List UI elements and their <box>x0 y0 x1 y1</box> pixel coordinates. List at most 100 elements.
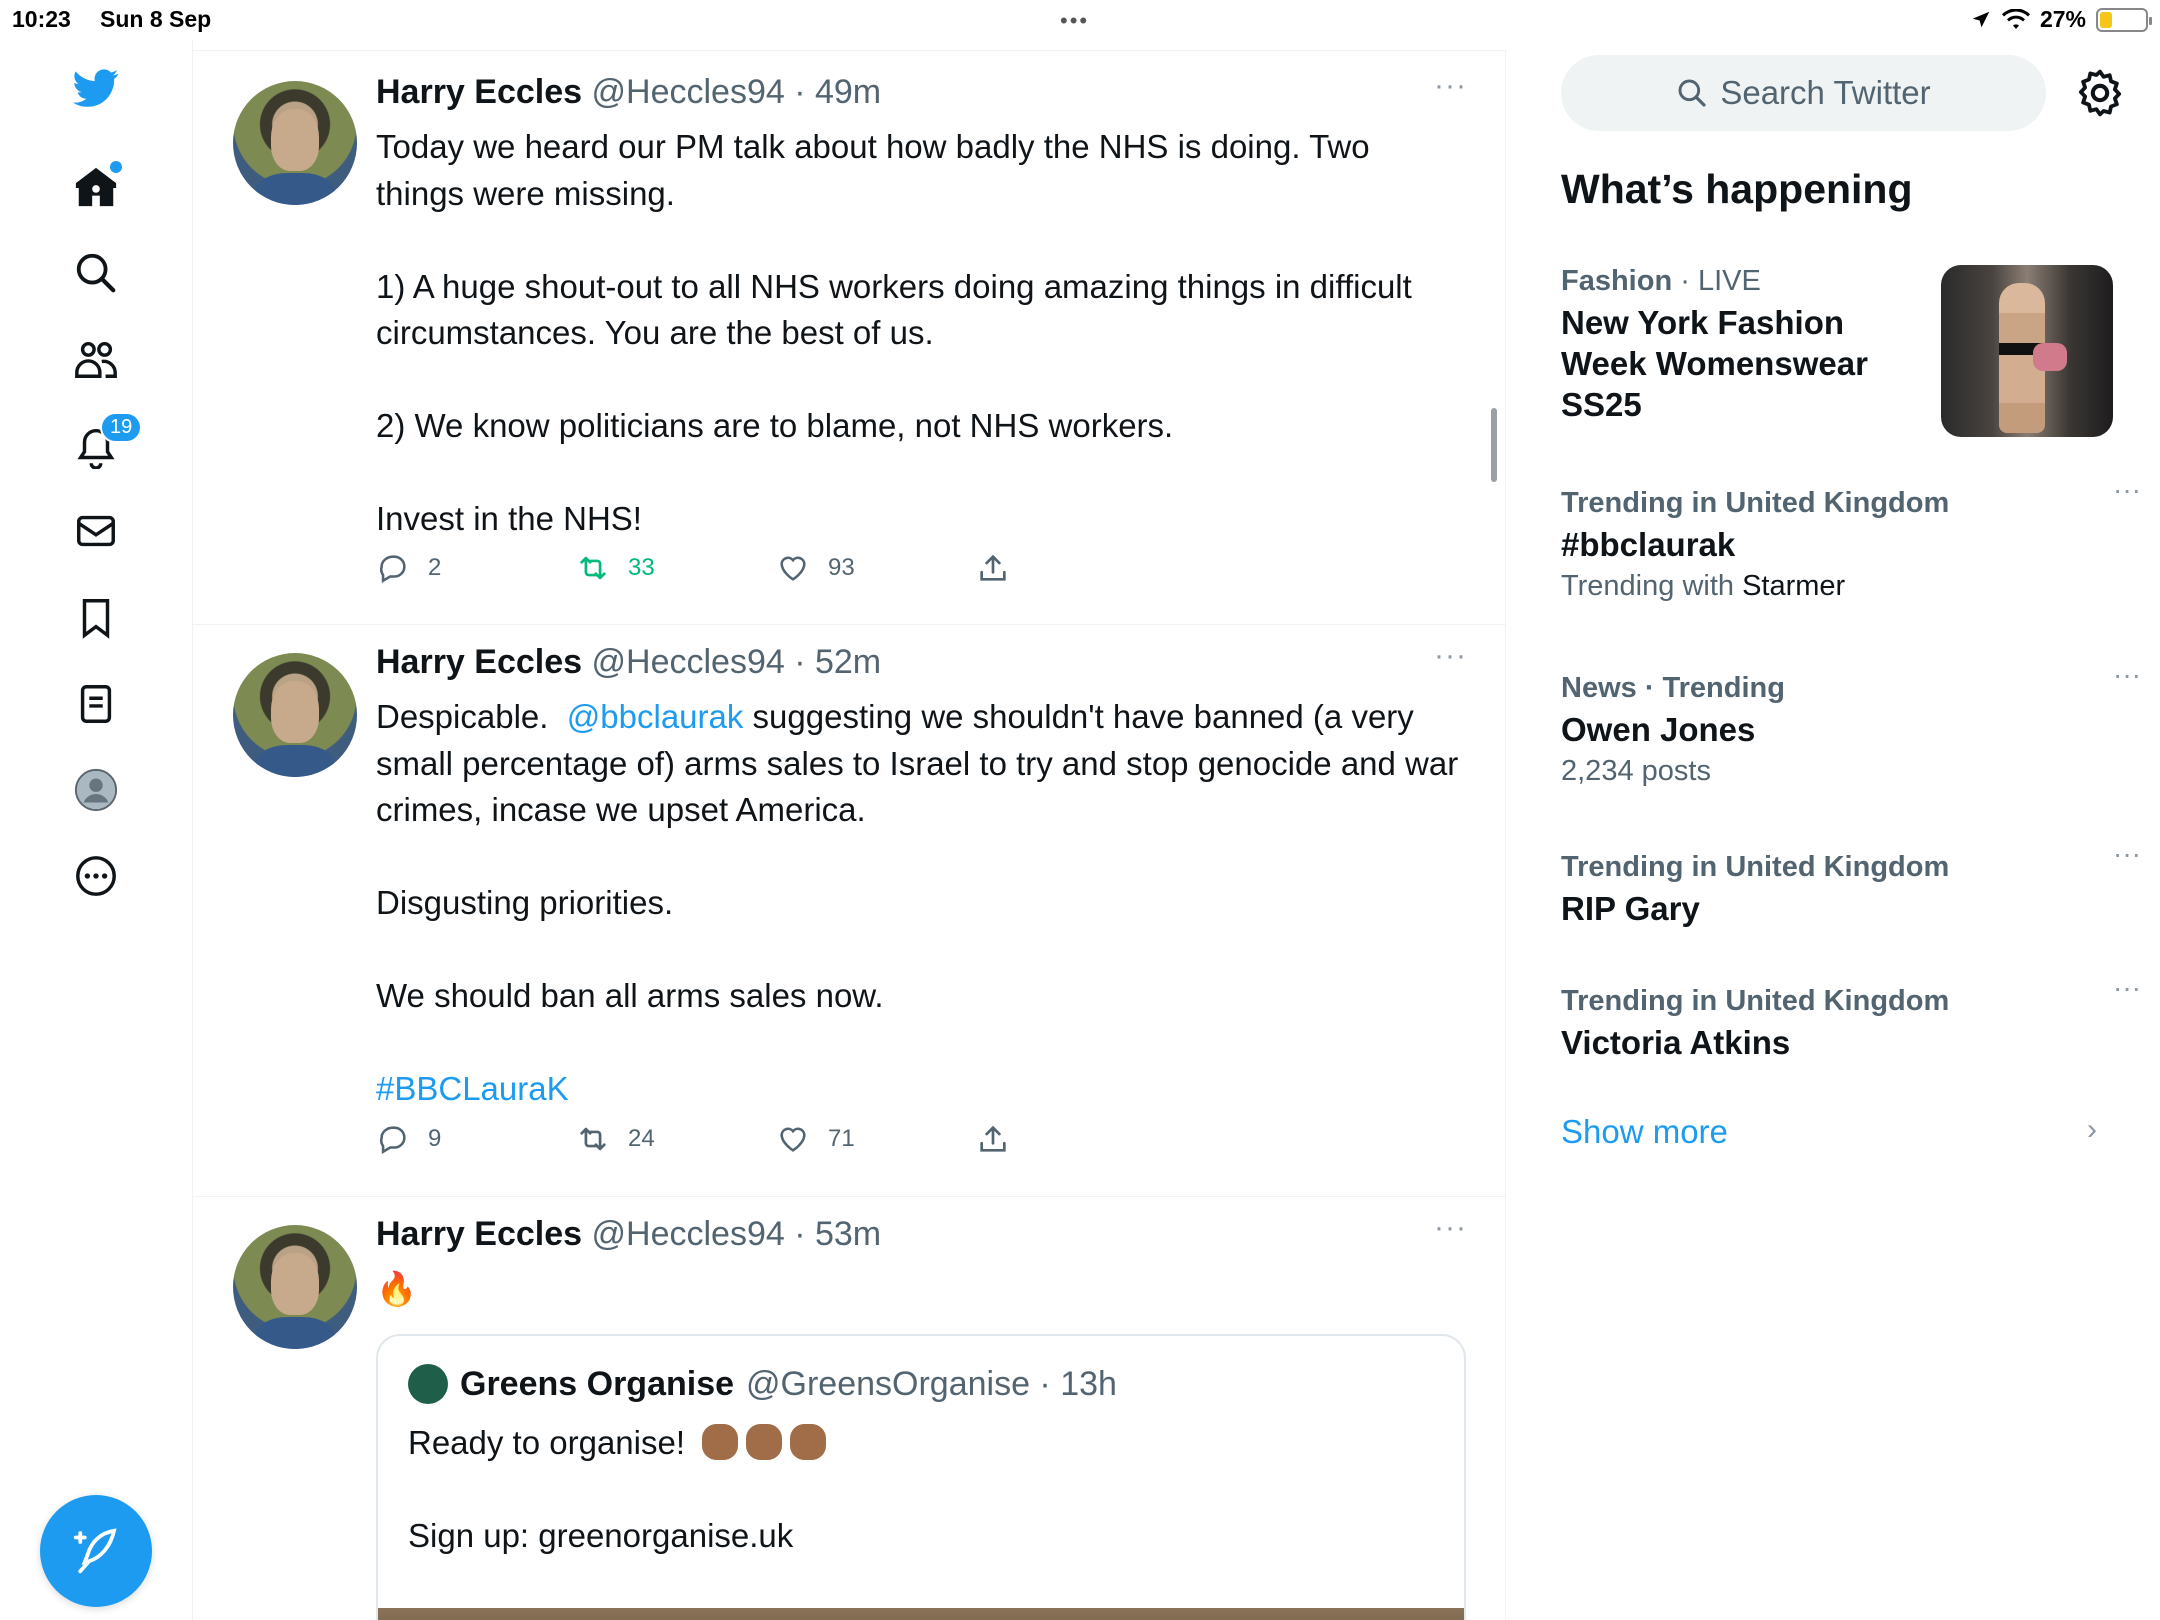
quoted-line: Ready to organise! <box>408 1420 827 1467</box>
greens-organise-logo <box>408 1364 448 1404</box>
status-indicators: 27% <box>1970 6 2152 33</box>
tweet-text: Despicable. @bbclaurak suggesting we sho… <box>376 694 1466 1113</box>
reply-icon <box>380 555 406 584</box>
quoted-text-span: Ready to organise! <box>408 1424 686 1461</box>
multitasking-dots-icon[interactable]: ••• <box>1060 8 1089 34</box>
raised-fist-emoji-icon <box>702 1424 739 1460</box>
trend-more-icon[interactable]: ··· <box>2113 659 2141 691</box>
author-name[interactable]: Harry Eccles <box>376 643 582 681</box>
avatar[interactable] <box>233 1225 357 1349</box>
tweet-more-icon[interactable]: ··· <box>1434 1211 1467 1245</box>
mention-link[interactable]: @bbclaurak <box>567 698 744 735</box>
settings-gear-icon[interactable] <box>2073 66 2127 120</box>
status-date: Sun 8 Sep <box>100 6 212 32</box>
trend-more-icon[interactable]: ··· <box>2113 838 2141 870</box>
like-button[interactable]: 93 <box>776 551 855 585</box>
trend-category-text: Fashion <box>1561 265 1673 297</box>
search-input[interactable]: Search Twitter <box>1561 55 2046 131</box>
trend-post-count: 2,234 posts <box>1561 755 1711 787</box>
messages-envelope-icon[interactable] <box>66 501 126 561</box>
share-button[interactable] <box>976 551 1010 585</box>
like-count: 71 <box>828 1125 855 1152</box>
show-more-link[interactable]: Show more <box>1561 1113 1728 1151</box>
timeline: Harry Eccles @Heccles94 · 49m ··· Today … <box>193 50 1506 1620</box>
trend-more-icon[interactable]: ··· <box>2113 972 2141 1004</box>
trend-category: News · Trending <box>1561 672 1785 704</box>
quoted-media-image[interactable] <box>378 1608 1464 1620</box>
right-sidebar: Search Twitter What’s happening Fashion … <box>1507 40 2160 1620</box>
search-icon <box>1678 79 1706 107</box>
avatar[interactable] <box>233 81 357 205</box>
tweet-line: 1) A huge shout-out to all NHS workers d… <box>376 267 1412 352</box>
trend-title: RIP Gary <box>1561 890 1700 927</box>
pink-bag-shape <box>2033 343 2067 371</box>
profile-avatar-icon[interactable] <box>66 760 126 820</box>
author-name[interactable]: Harry Eccles <box>376 73 582 111</box>
trend-item[interactable]: Trending in United Kingdom #bbclaurak Tr… <box>1561 474 2141 607</box>
tweet[interactable]: Harry Eccles @Heccles94 · 53m ··· 🔥 Gree… <box>193 1197 1505 1620</box>
battery-level <box>2100 11 2112 28</box>
like-button[interactable]: 71 <box>776 1122 855 1156</box>
raised-fist-emoji-icon <box>746 1424 783 1460</box>
quoted-tweet-header: Greens Organise @GreensOrganise · 13h <box>408 1364 1117 1404</box>
trend-item[interactable]: Trending in United Kingdom RIP Gary ··· <box>1561 838 2141 929</box>
timeline-scrollbar[interactable] <box>1491 408 1497 482</box>
trend-title: New York Fashion Week Womenswear SS25 <box>1561 304 1868 423</box>
share-button[interactable] <box>976 1122 1010 1156</box>
trend-category: Trending in United Kingdom <box>1561 851 1950 883</box>
author-handle-time: @Heccles94 · 52m <box>591 643 882 681</box>
tweet-actions: 9 24 71 <box>376 1122 1096 1162</box>
tweet[interactable]: Harry Eccles @Heccles94 · 49m ··· Today … <box>193 51 1505 625</box>
notifications-count-badge: 19 <box>100 412 143 443</box>
trend-subtitle: Trending with Starmer <box>1561 565 2121 607</box>
trend-title: Victoria Atkins <box>1561 1024 1791 1061</box>
reply-count: 9 <box>428 1125 442 1152</box>
tweet-line: Invest in the NHS! <box>376 500 642 537</box>
trend-subtitle-text: Trending with <box>1561 570 1735 602</box>
tweet-more-icon[interactable]: ··· <box>1434 69 1467 103</box>
tweet-line: 2) We know politicians are to blame, not… <box>376 407 1174 444</box>
avatar[interactable] <box>233 653 357 777</box>
chevron-right-icon[interactable]: › <box>2087 1113 2097 1147</box>
share-icon <box>980 1125 1006 1152</box>
tweet[interactable]: Harry Eccles @Heccles94 · 52m ··· Despic… <box>193 625 1505 1197</box>
trend-more-icon[interactable]: ··· <box>2113 474 2141 506</box>
trend-item[interactable]: News · Trending Owen Jones 2,234 posts ·… <box>1561 659 2141 792</box>
notifications-bell-icon[interactable]: 19 <box>66 412 143 476</box>
quoted-author-name: Greens Organise <box>460 1364 735 1403</box>
tweet-line: We should ban all arms sales now. <box>376 977 884 1014</box>
author-name[interactable]: Harry Eccles <box>376 1215 582 1253</box>
communities-icon[interactable] <box>66 329 126 389</box>
reply-button[interactable]: 9 <box>376 1122 441 1156</box>
tweet-text: Today we heard our PM talk about how bad… <box>376 124 1466 543</box>
fashion-week-thumbnail[interactable] <box>1941 265 2113 437</box>
reply-icon <box>380 1126 406 1155</box>
retweet-count: 24 <box>628 1125 655 1152</box>
explore-search-icon[interactable] <box>66 243 126 303</box>
tweet-header: Harry Eccles @Heccles94 · 53m <box>376 1215 881 1254</box>
lists-icon[interactable] <box>66 674 126 734</box>
status-time: 10:23 <box>12 6 71 32</box>
trend-related-term: Starmer <box>1742 570 1846 602</box>
whats-happening-heading: What’s happening <box>1561 166 1913 212</box>
retweet-button[interactable]: 33 <box>576 551 655 585</box>
twitter-logo-icon[interactable] <box>66 58 126 118</box>
more-options-icon[interactable] <box>66 846 126 906</box>
home-icon[interactable] <box>66 157 126 217</box>
hashtag-link[interactable]: #BBCLauraK <box>376 1066 1466 1113</box>
compose-tweet-button[interactable] <box>40 1495 152 1607</box>
tweet-actions: 2 33 93 <box>376 551 1096 591</box>
quoted-tweet-card[interactable]: Greens Organise @GreensOrganise · 13h Re… <box>376 1334 1466 1620</box>
like-count: 93 <box>828 554 855 581</box>
retweet-button[interactable]: 24 <box>576 1122 655 1156</box>
author-handle-time: @Heccles94 · 49m <box>591 73 882 111</box>
wifi-icon <box>2001 8 2030 29</box>
search-placeholder: Search Twitter <box>1720 74 1931 111</box>
reply-button[interactable]: 2 <box>376 551 441 585</box>
bookmarks-icon[interactable] <box>66 588 126 648</box>
trend-category: Trending in United Kingdom <box>1561 487 1950 519</box>
tweet-text-span: Despicable. <box>376 698 549 735</box>
trend-item[interactable]: Trending in United Kingdom Victoria Atki… <box>1561 972 2141 1063</box>
tweet-line: Today we heard our PM talk about how bad… <box>376 128 1370 212</box>
tweet-more-icon[interactable]: ··· <box>1434 639 1467 673</box>
